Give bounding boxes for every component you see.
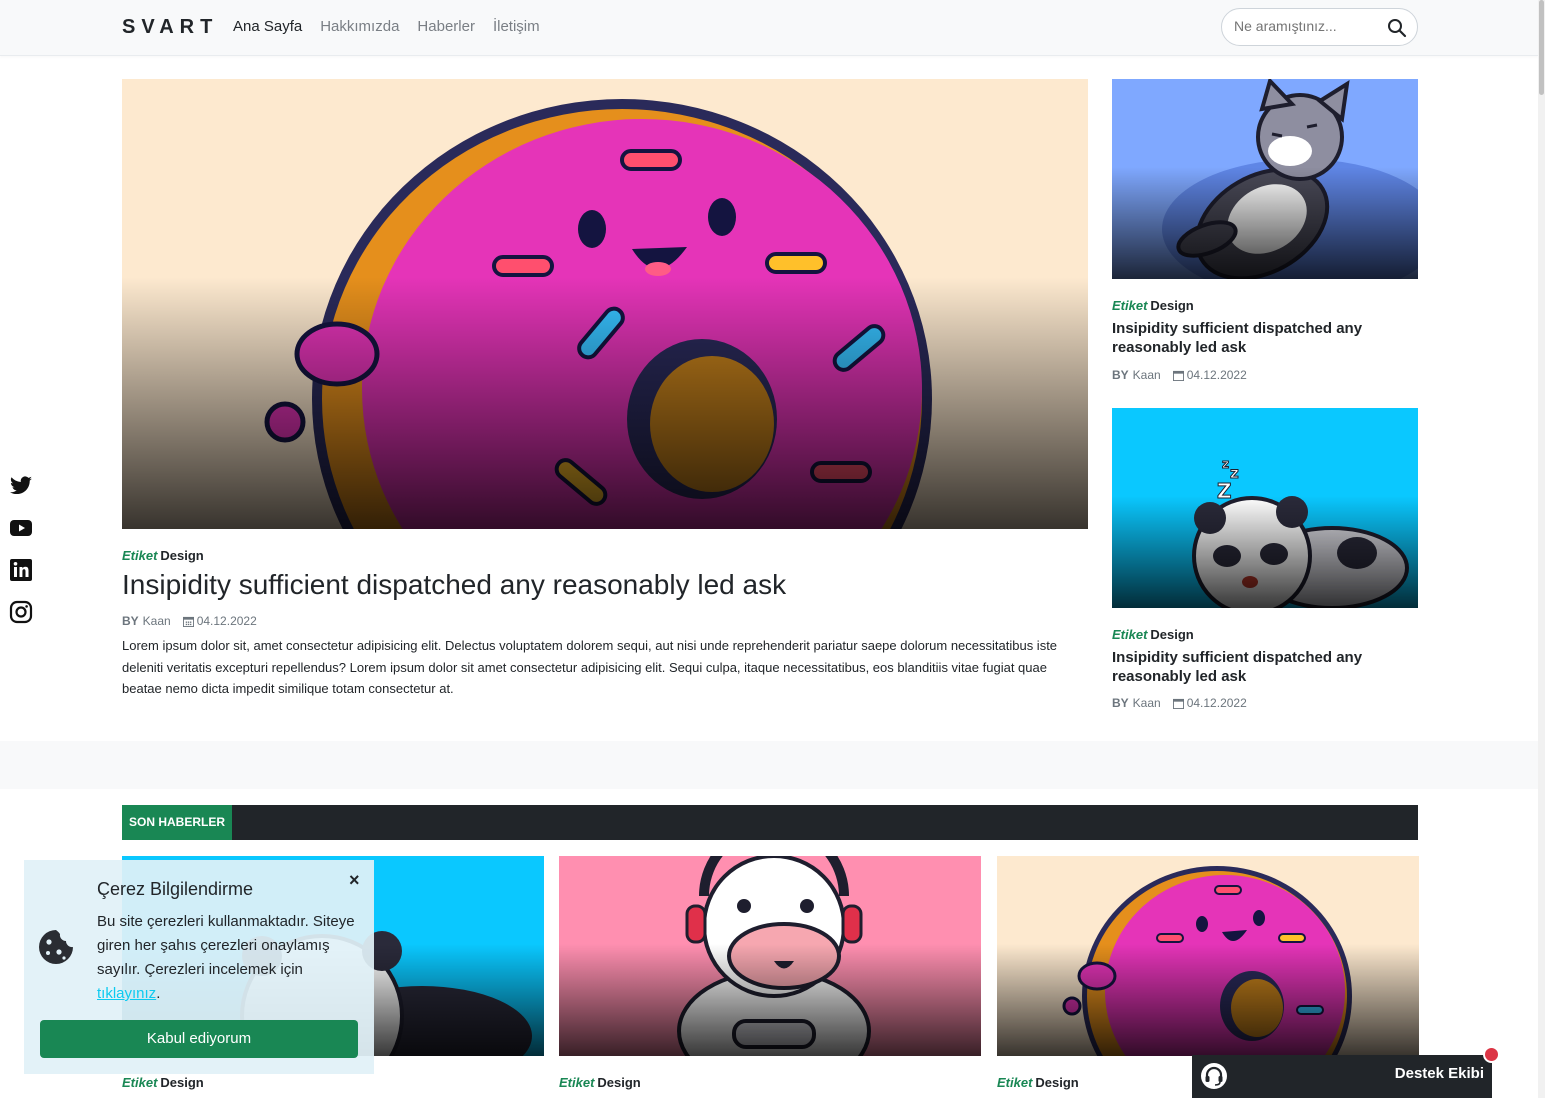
tag-value: Design (1150, 298, 1194, 313)
latest-news-header: SON HABERLER (122, 805, 1418, 840)
cookie-text-suffix: . (156, 985, 161, 1002)
tag-label: Etiket (1112, 298, 1148, 313)
news-card-tag[interactable]: Etiket Design (997, 1075, 1079, 1090)
accept-cookies-button[interactable]: Kabul ediyorum (40, 1020, 358, 1058)
calendar-icon (1172, 698, 1184, 709)
news-card-tag[interactable]: Etiket Design (559, 1075, 641, 1090)
cookie-title: Çerez Bilgilendirme (97, 879, 254, 899)
hero-title[interactable]: Insipidity sufficient dispatched any rea… (122, 569, 1088, 601)
cookie-icon (39, 930, 73, 964)
by-label: BY (1112, 696, 1129, 710)
headset-icon (1201, 1063, 1227, 1089)
tag-label: Etiket (1112, 627, 1148, 642)
calendar-icon (182, 616, 194, 627)
cat-illustration (1112, 79, 1418, 279)
search-input[interactable] (1234, 18, 1384, 34)
top-navbar: SVART Ana Sayfa Hakkımızda Haberler İlet… (0, 0, 1538, 56)
linkedin-icon[interactable] (8, 558, 34, 582)
news-card-image[interactable] (997, 856, 1419, 1056)
latest-news-label: SON HABERLER (122, 805, 232, 840)
post-date: 04.12.2022 (1186, 696, 1247, 710)
svg-text:z: z (1230, 464, 1239, 482)
tag-value: Design (597, 1075, 641, 1090)
tag-label: Etiket (122, 548, 158, 563)
nav-link-home[interactable]: Ana Sayfa (233, 18, 302, 35)
instagram-icon[interactable] (8, 600, 34, 624)
news-card-image[interactable] (559, 856, 981, 1056)
hero-excerpt: Lorem ipsum dolor sit, amet consectetur … (122, 638, 1058, 696)
nav-links: Ana Sayfa Hakkımızda Haberler İletişim (233, 18, 558, 35)
author-name[interactable]: Kaan (1133, 696, 1161, 710)
side-card-title[interactable]: Insipidity sufficient dispatched any rea… (1112, 319, 1418, 357)
brand-logo[interactable]: SVART (122, 16, 218, 39)
page-scrollbar[interactable] (1538, 0, 1545, 1098)
notification-badge (1483, 1046, 1500, 1063)
tag-label: Etiket (997, 1075, 1033, 1090)
hero-image[interactable] (122, 79, 1088, 529)
cookie-text: Bu site çerezleri kullanmaktadır. Siteye… (97, 913, 355, 978)
cookie-consent-popup: Çerez Bilgilendirme × Bu site çerezleri … (24, 860, 374, 1074)
tag-value: Design (160, 548, 204, 563)
author-name[interactable]: Kaan (143, 614, 171, 628)
tag-value: Design (1035, 1075, 1079, 1090)
nav-link-contact[interactable]: İletişim (493, 18, 540, 35)
close-icon[interactable]: × (349, 870, 360, 891)
donut-illustration (122, 79, 1088, 529)
tag-value: Design (160, 1075, 204, 1090)
side-card-title[interactable]: Insipidity sufficient dispatched any rea… (1112, 648, 1418, 686)
support-widget[interactable]: Destek Ekibi (1192, 1055, 1492, 1098)
calendar-icon (1172, 370, 1184, 381)
post-date: 04.12.2022 (196, 614, 257, 628)
youtube-icon[interactable] (8, 516, 34, 540)
side-card-meta: BY Kaan 04.12.2022 (1112, 368, 1247, 382)
tag-label: Etiket (559, 1075, 595, 1090)
side-card-meta: BY Kaan 04.12.2022 (1112, 696, 1247, 710)
scrollbar-thumb[interactable] (1539, 0, 1544, 95)
svg-text:Z: Z (1217, 479, 1232, 503)
by-label: BY (1112, 368, 1129, 382)
hero-tag[interactable]: Etiket Design (122, 548, 204, 563)
gamer-cow-illustration (559, 856, 981, 1056)
cookie-message: Bu site çerezleri kullanmaktadır. Siteye… (97, 910, 367, 1006)
search-box (1221, 8, 1418, 46)
support-label: Destek Ekibi (1394, 1065, 1484, 1082)
side-card-image[interactable] (1112, 79, 1418, 279)
nav-link-news[interactable]: Haberler (417, 18, 475, 35)
hero-meta: BY Kaan 04.12.2022 (122, 614, 257, 628)
side-card-tag[interactable]: Etiket Design (1112, 298, 1194, 313)
author-name[interactable]: Kaan (1133, 368, 1161, 382)
panda-illustration: Z z z (1112, 408, 1418, 608)
by-label: BY (122, 614, 139, 628)
donut-illustration (997, 856, 1419, 1056)
tag-label: Etiket (122, 1075, 158, 1090)
nav-link-about[interactable]: Hakkımızda (320, 18, 399, 35)
svg-text:z: z (1222, 457, 1229, 471)
news-card-tag[interactable]: Etiket Design (122, 1075, 204, 1090)
post-date: 04.12.2022 (1186, 368, 1247, 382)
twitter-icon[interactable] (8, 474, 34, 498)
cookie-policy-link[interactable]: tıklayınız (97, 985, 156, 1002)
side-card-image[interactable]: Z z z (1112, 408, 1418, 608)
side-card-tag[interactable]: Etiket Design (1112, 627, 1194, 642)
social-links (8, 474, 34, 624)
tag-value: Design (1150, 627, 1194, 642)
search-icon[interactable] (1387, 18, 1407, 38)
section-divider (0, 741, 1538, 789)
